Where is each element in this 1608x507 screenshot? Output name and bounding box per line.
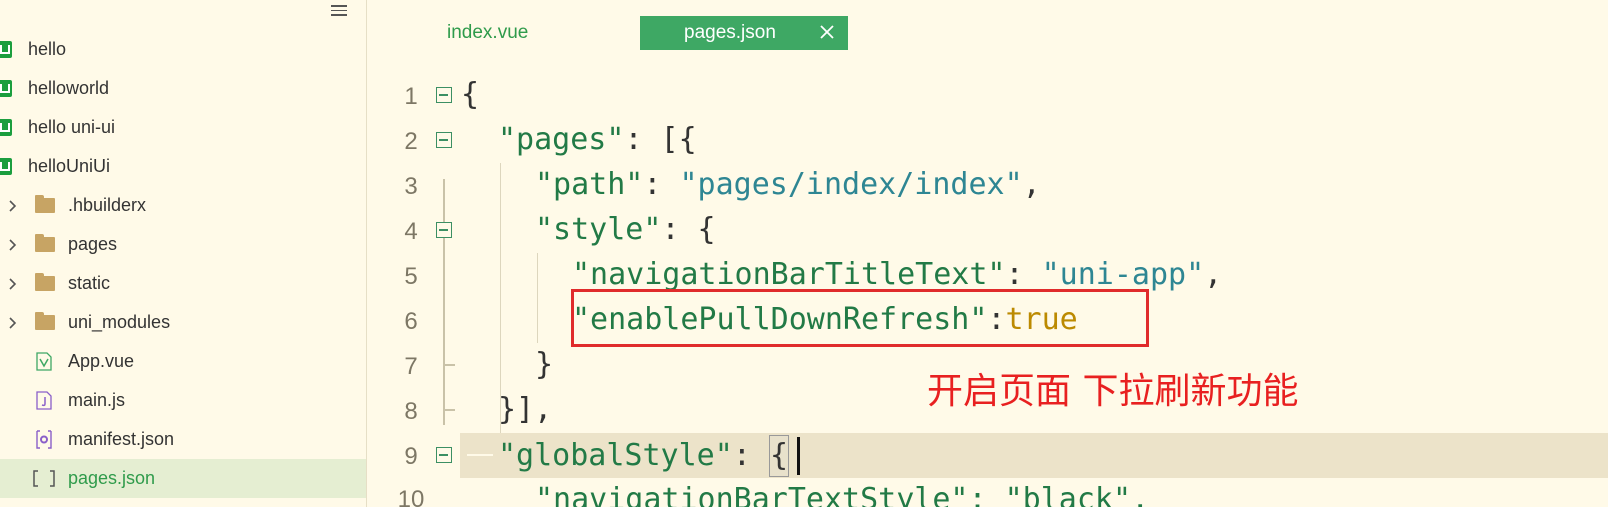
text-caret <box>797 437 800 475</box>
tree-item-main-js[interactable]: main.js <box>0 381 366 420</box>
folder-icon <box>35 312 55 330</box>
chevron-right-icon[interactable] <box>7 277 19 290</box>
tree-item-label: static <box>68 273 111 293</box>
code-token: , <box>1204 257 1223 292</box>
chevron-right-icon[interactable] <box>7 316 19 329</box>
code-line: 1 { <box>367 73 1608 118</box>
fold-collapse-icon[interactable] <box>436 87 452 103</box>
tree-item-helloworld[interactable]: helloworld <box>0 69 366 108</box>
tree-item-hellouniui[interactable]: helloUniUi <box>0 147 366 186</box>
json-file-icon <box>33 470 55 487</box>
tree-item-app-vue[interactable]: App.vue <box>0 342 366 381</box>
tree-item-label: .hbuilderx <box>68 195 147 215</box>
line-number: 6 <box>404 308 418 335</box>
line-number: 5 <box>404 263 418 290</box>
tree-item-label: hello uni-ui <box>28 117 116 137</box>
tree-item-label: pages <box>68 234 118 254</box>
code-line: 4 "style": { <box>367 208 1608 253</box>
line-number: 2 <box>404 128 418 155</box>
highlight-annotation-box <box>571 289 1149 347</box>
uni-project-icon <box>0 158 12 175</box>
code-line: 3 "path": "pages/index/index", <box>367 163 1608 208</box>
tree-item-static[interactable]: static <box>0 264 366 303</box>
tree-item-label: hello <box>28 39 67 59</box>
code-token: , <box>1022 167 1041 202</box>
line-number: 3 <box>404 173 418 200</box>
menu-icon[interactable] <box>331 2 347 18</box>
code-token: : { <box>661 212 716 247</box>
line-number: 8 <box>404 398 418 425</box>
tree-item-label: helloUniUi <box>28 156 111 176</box>
code-line: 10 "navigationBarTextStyle": "black", <box>367 478 1608 507</box>
js-file-icon <box>36 391 52 410</box>
tab-label: pages.json <box>684 22 776 43</box>
annotation-text: 开启页面 下拉刷新功能 <box>927 371 1299 412</box>
tab-index-vue[interactable]: index.vue <box>447 16 528 50</box>
line-number: 1 <box>404 83 418 110</box>
folder-icon <box>35 273 55 291</box>
tree-item-label: main.js <box>68 390 126 410</box>
code-key: "navigationBarTitleText" <box>572 257 1006 292</box>
code-token: : <box>643 167 680 202</box>
tree-item-hello[interactable]: hello <box>0 30 366 69</box>
fold-collapse-icon[interactable] <box>436 222 452 238</box>
tree-item-hello-uni-ui[interactable]: hello uni-ui <box>0 108 366 147</box>
code-token: { <box>461 77 480 112</box>
tree-item-label: helloworld <box>28 78 110 98</box>
line-number: 9 <box>404 443 418 470</box>
code-string: "pages/index/index" <box>679 167 1023 202</box>
code-key: "globalStyle" <box>498 438 733 473</box>
tree-item-label: pages.json <box>68 468 156 488</box>
uni-project-icon <box>0 41 12 58</box>
tree-item-uni-modules[interactable]: uni_modules <box>0 303 366 342</box>
tree-item-pages[interactable]: pages <box>0 225 366 264</box>
code-token: : <box>1005 257 1042 292</box>
chevron-right-icon[interactable] <box>7 238 19 251</box>
tree-item-label: manifest.json <box>68 429 175 449</box>
line-number: 10 <box>397 486 425 507</box>
code-partial: "navigationBarTextStyle": "black", <box>535 482 1150 507</box>
tab-pages-json[interactable]: pages.json <box>640 16 848 50</box>
code-key: "pages" <box>498 122 625 157</box>
tree-item-pages-json[interactable]: pages.json <box>0 459 366 498</box>
chevron-right-icon[interactable] <box>7 199 19 212</box>
line-number: 7 <box>404 353 418 380</box>
folder-icon <box>35 234 55 252</box>
tree-item-label: App.vue <box>68 351 135 371</box>
fold-collapse-icon[interactable] <box>436 447 452 463</box>
code-line: 9 "globalStyle": { <box>367 433 1608 478</box>
code-key: "style" <box>535 212 662 247</box>
code-token: : <box>732 438 769 473</box>
indent-marker <box>467 454 493 456</box>
vue-file-icon <box>36 352 52 371</box>
uni-project-icon <box>0 119 12 136</box>
code-string: "uni-app" <box>1041 257 1205 292</box>
code-line: 2 "pages": [{ <box>367 118 1608 163</box>
code-key: "path" <box>535 167 644 202</box>
matched-brace: { <box>768 435 789 477</box>
code-token: : [{ <box>624 122 697 157</box>
tree-item-label: uni_modules <box>68 312 171 332</box>
line-number: 4 <box>404 218 418 245</box>
project-explorer: hello helloworld hello uni-ui helloUniUi… <box>0 0 367 507</box>
manifest-file-icon <box>36 430 52 449</box>
close-icon[interactable] <box>818 23 836 41</box>
folder-icon <box>35 195 55 213</box>
uni-project-icon <box>0 80 12 97</box>
code-token: } <box>535 347 554 382</box>
tree-item-hbuilderx[interactable]: .hbuilderx <box>0 186 366 225</box>
code-token: }], <box>498 392 553 427</box>
code-editor[interactable]: index.vue pages.json 1 { 2 "pages": [{ 3… <box>367 0 1608 507</box>
tree-item-manifest-json[interactable]: manifest.json <box>0 420 366 459</box>
fold-collapse-icon[interactable] <box>436 132 452 148</box>
tab-label: index.vue <box>447 22 529 43</box>
